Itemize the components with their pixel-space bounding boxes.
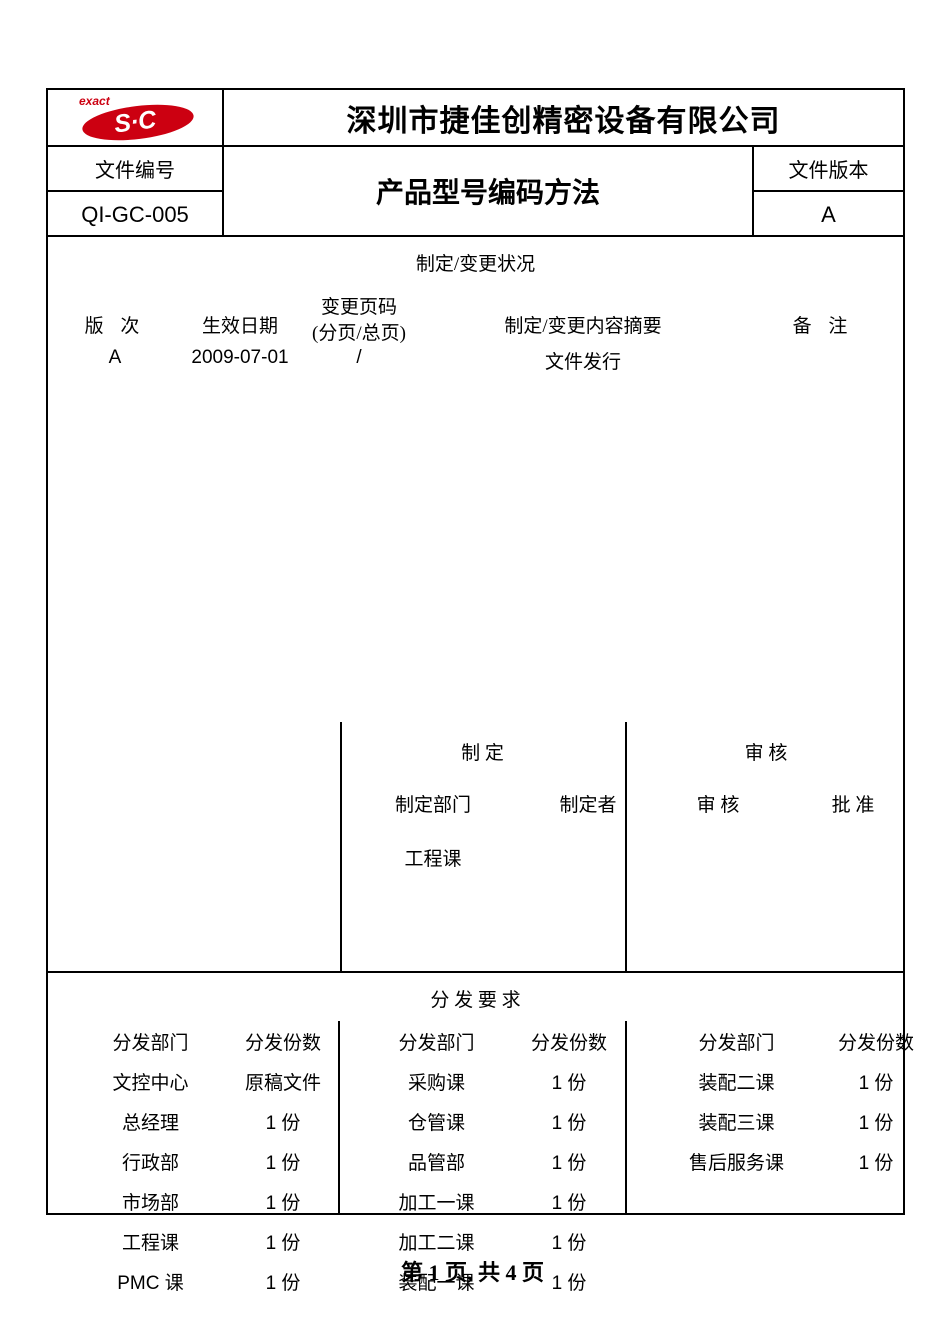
distribution-cell-dept: 仓管课 — [407, 1112, 465, 1134]
distribution-header-dept-2: 分发部门 — [398, 1032, 475, 1054]
distribution-cell-qty: 1 份 — [858, 1072, 894, 1094]
revision-header-row: 版 次 生效日期 变更页码 (分页/总页) 制定/变更内容摘要 备 注 — [48, 295, 903, 347]
revision-cell-summary: 文件发行 — [544, 352, 621, 373]
approval-check-title: 审 核 — [744, 743, 788, 764]
distribution-header-row: 分发部门 分发份数 分发部门 分发份数 分发部门 分发份数 — [48, 1021, 914, 1061]
distribution-cell-qty: 1 份 — [551, 1112, 587, 1134]
doc-version-block: 文件版本 A — [754, 147, 903, 235]
distribution-header-qty-3: 分发份数 — [837, 1032, 914, 1054]
distribution-row: 总经理 1 份 仓管课 1 份 装配三课 1 份 — [48, 1101, 903, 1141]
distribution-cell-qty — [821, 1181, 931, 1221]
distribution-cell-qty: 1 份 — [551, 1072, 587, 1094]
distribution-row: 市场部 1 份 加工一课 1 份 — [48, 1181, 903, 1221]
doc-number-value: QI-GC-005 — [81, 201, 189, 227]
approval-checker-label: 审 核 — [696, 795, 740, 816]
approval-make-title: 制 定 — [461, 743, 504, 764]
document-frame: S·C exact 深圳市捷佳创精密设备有限公司 文件编号 QI-GC-005 … — [46, 88, 914, 1294]
sc-logo-icon: S·C exact — [76, 93, 196, 146]
doc-version-value: A — [821, 201, 836, 227]
approval-section: 制 定 审 核 制定部门 制定者 审 核 批 准 工程课 — [48, 722, 903, 973]
revision-header-pages: 变更页码 (分页/总页) — [294, 295, 424, 347]
approval-make-dept-label: 制定部门 — [394, 795, 471, 816]
revision-cell-pages: / — [356, 347, 362, 368]
distribution-row: 行政部 1 份 品管部 1 份 售后服务课 1 份 — [48, 1141, 903, 1181]
distribution-cell-qty: 1 份 — [265, 1192, 301, 1214]
distribution-cell-qty: 1 份 — [265, 1152, 301, 1174]
distribution-header-qty-2: 分发份数 — [530, 1032, 607, 1054]
revision-header-pages-line2: (分页/总页) — [312, 323, 406, 344]
revision-cell-version: A — [108, 347, 122, 368]
distribution-section-title: 分 发 要 求 — [430, 990, 521, 1011]
company-name: 深圳市捷佳创精密设备有限公司 — [346, 104, 781, 138]
distribution-cell-dept: 售后服务课 — [688, 1152, 784, 1174]
distribution-cell-qty: 1 份 — [265, 1112, 301, 1134]
page-footer: 第 1 页, 共 4 页 — [400, 1260, 544, 1285]
company-logo-cell: S·C exact — [48, 90, 224, 146]
distribution-row: 文控中心 原稿文件 采购课 1 份 装配二课 1 份 — [48, 1061, 903, 1101]
distribution-cell-qty: 原稿文件 — [244, 1072, 321, 1094]
distribution-cell-qty: 1 份 — [551, 1192, 587, 1214]
distribution-cell-dept: 市场部 — [121, 1192, 179, 1214]
header-row: S·C exact 深圳市捷佳创精密设备有限公司 — [48, 90, 903, 147]
revision-row: A 2009-07-01 / 文件发行 — [48, 347, 903, 381]
revision-header-summary: 制定/变更内容摘要 — [504, 316, 662, 337]
distribution-cell-dept: 装配三课 — [698, 1112, 775, 1134]
distribution-cell-qty: 1 份 — [858, 1112, 894, 1134]
doc-version-label: 文件版本 — [754, 147, 903, 192]
distribution-cell-dept: 文控中心 — [112, 1072, 189, 1094]
document-title: 产品型号编码方法 — [224, 147, 754, 235]
distribution-cell-dept: 装配二课 — [698, 1072, 775, 1094]
doc-number-block: 文件编号 QI-GC-005 — [48, 147, 224, 235]
revision-header-remark: 备 注 — [792, 316, 854, 337]
revision-header-version: 版 次 — [84, 316, 146, 337]
meta-row: 文件编号 QI-GC-005 产品型号编码方法 文件版本 A — [48, 147, 903, 237]
revision-section-title: 制定/变更状况 — [415, 254, 536, 275]
distribution-header-dept-1: 分发部门 — [112, 1032, 189, 1054]
distribution-cell-qty: 1 份 — [551, 1152, 587, 1174]
distribution-cell-dept: 加工一课 — [398, 1192, 475, 1214]
approval-approver-label: 批 准 — [831, 795, 875, 816]
distribution-cell-dept: 行政部 — [121, 1152, 179, 1174]
distribution-cell-dept: 品管部 — [407, 1152, 465, 1174]
distribution-header-dept-3: 分发部门 — [698, 1032, 775, 1054]
approval-maker-label: 制定者 — [559, 795, 617, 816]
distribution-cell-dept: 采购课 — [407, 1072, 465, 1094]
logo-tagline: exact — [79, 93, 110, 108]
distribution-header-qty-1: 分发份数 — [244, 1032, 321, 1054]
approval-make-dept-value: 工程课 — [404, 849, 462, 870]
distribution-cell-dept: 总经理 — [121, 1112, 179, 1134]
doc-number-label: 文件编号 — [48, 147, 222, 192]
distribution-cell-dept — [654, 1181, 819, 1221]
distribution-section: 分 发 要 求 分发部门 分发份数 分发部门 分发份数 分发部门 分发份数 文控… — [48, 973, 914, 1294]
revision-header-pages-line1: 变更页码 — [320, 297, 397, 318]
distribution-cell-qty: 1 份 — [858, 1152, 894, 1174]
company-name-cell: 深圳市捷佳创精密设备有限公司 — [224, 90, 903, 145]
